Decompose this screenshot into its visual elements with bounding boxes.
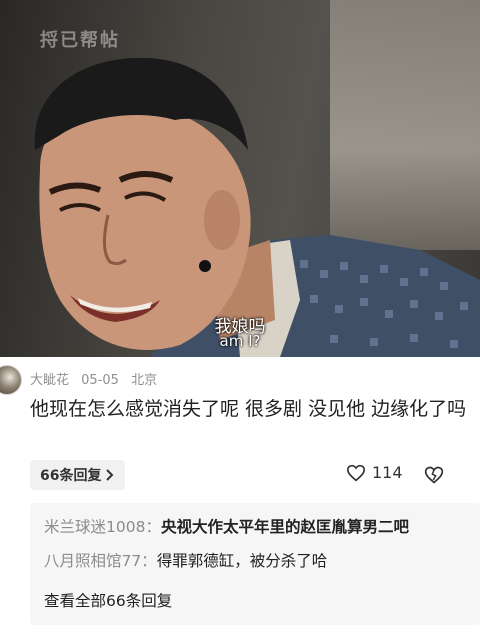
subtitle-english: am I? <box>219 332 261 350</box>
like-button[interactable]: 114 <box>346 463 403 482</box>
comment-text[interactable]: 他现在怎么感觉消失了呢 很多剧 没见他 边缘化了吗 <box>30 395 478 424</box>
video-watermark: 捋已帮帖 <box>40 30 120 51</box>
broken-heart-icon[interactable] <box>424 465 444 485</box>
heart-icon <box>346 464 366 481</box>
reply-text: 得罪郭德缸，被分杀了哈 <box>156 552 328 570</box>
person-illustration <box>34 57 480 357</box>
chevron-right-icon <box>106 469 114 481</box>
reply-item[interactable]: 八月照相馆77：得罪郭德缸，被分杀了哈 <box>44 549 327 571</box>
comment-date: 05-05 <box>81 373 119 388</box>
comment-item: 大眦花 05-05 北京 他现在怎么感觉消失了呢 很多剧 没见他 边缘化了吗 6… <box>0 357 480 640</box>
reply-username[interactable]: 八月照相馆77： <box>44 552 157 570</box>
reply-count-label: 66条回复 <box>40 468 102 484</box>
reply-username[interactable]: 米兰球迷1008： <box>44 518 161 536</box>
comment-location: 北京 <box>131 373 158 388</box>
replies-box: 米兰球迷1008：央视大作太平年里的赵匡胤算男二吧 八月照相馆77：得罪郭德缸，… <box>30 503 480 625</box>
like-count: 114 <box>372 463 403 482</box>
view-all-replies-link[interactable]: 查看全部66条回复 <box>44 589 172 611</box>
reply-text: 央视大作太平年里的赵匡胤算男二吧 <box>160 518 409 536</box>
avatar[interactable] <box>0 365 22 395</box>
comment-meta: 大眦花 05-05 北京 <box>30 369 165 388</box>
reply-count-button[interactable]: 66条回复 <box>30 460 126 490</box>
video-still[interactable]: 捋已帮帖 我娘吗 am I? <box>0 0 480 357</box>
reply-item[interactable]: 米兰球迷1008：央视大作太平年里的赵匡胤算男二吧 <box>44 515 409 537</box>
comment-username[interactable]: 大眦花 <box>30 373 69 388</box>
